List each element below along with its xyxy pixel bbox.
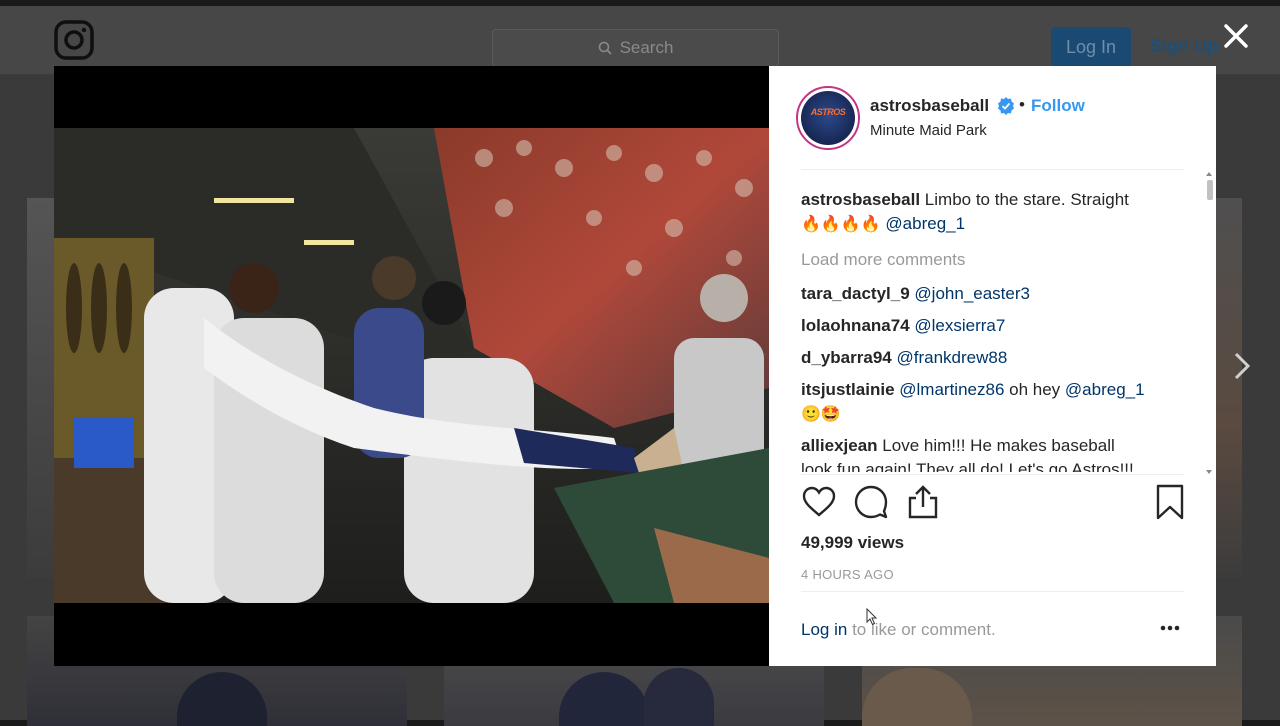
separator-dot: •: [1019, 95, 1025, 114]
comment-row: alliexjean Love him!!! He makes baseball: [801, 436, 1115, 456]
divider: [801, 474, 1184, 475]
comments-list[interactable]: astrosbaseball Limbo to the stare. Strai…: [801, 184, 1176, 472]
search-icon: [598, 41, 612, 55]
divider: [801, 591, 1184, 592]
caption-username[interactable]: astrosbaseball: [801, 190, 920, 209]
comment-mention[interactable]: @lmartinez86: [899, 380, 1004, 399]
comment-mention[interactable]: @frankdrew88: [896, 348, 1007, 367]
action-bar: [801, 484, 1184, 524]
comment-text: Love him!!! He makes baseball: [882, 436, 1115, 455]
comments-scrollbar[interactable]: [1205, 172, 1213, 474]
comment-row: d_ybarra94 @frankdrew88: [801, 348, 1007, 368]
post-timestamp[interactable]: 4 HOURS AGO: [801, 567, 894, 582]
post-username[interactable]: astrosbaseball: [870, 96, 989, 116]
background-header: Search Log In Sign Up: [0, 6, 1280, 75]
comment-username[interactable]: lolaohnana74: [801, 316, 910, 335]
caption-text: Limbo to the stare. Straight: [924, 190, 1129, 209]
heart-icon[interactable]: [801, 484, 837, 520]
close-icon[interactable]: [1222, 22, 1250, 50]
avatar[interactable]: ASTROS: [796, 86, 860, 150]
fire-emojis: 🔥🔥🔥🔥: [801, 216, 881, 233]
comment-row: tara_dactyl_9 @john_easter3: [801, 284, 1030, 304]
follow-button[interactable]: Follow: [1031, 96, 1085, 116]
mouse-cursor-icon: [866, 608, 878, 626]
post-photo: [54, 128, 769, 603]
avatar-logo-text: ASTROS: [810, 107, 846, 117]
post-location[interactable]: Minute Maid Park: [870, 122, 987, 139]
post-details-panel: ASTROS astrosbaseball • Follow Minute Ma…: [769, 66, 1216, 666]
post-media[interactable]: [54, 66, 769, 666]
more-options-icon[interactable]: [1157, 618, 1185, 638]
comment-mention[interactable]: @john_easter3: [914, 284, 1030, 303]
view-count[interactable]: 49,999 views: [801, 533, 904, 553]
search-placeholder: Search: [619, 38, 674, 57]
comment-username[interactable]: d_ybarra94: [801, 348, 892, 367]
comment-emojis: 🙂🤩: [801, 404, 841, 424]
search-input[interactable]: Search: [492, 29, 779, 67]
caption-mention[interactable]: @abreg_1: [885, 214, 965, 233]
login-button[interactable]: Log In: [1051, 27, 1131, 67]
load-more-comments[interactable]: Load more comments: [801, 250, 965, 270]
scrollbar-thumb[interactable]: [1207, 180, 1213, 200]
caption-line-2: 🔥🔥🔥🔥 @abreg_1: [801, 214, 965, 234]
comment-text: oh hey: [1009, 380, 1061, 399]
comment-mention[interactable]: @abreg_1: [1065, 380, 1145, 399]
comment-username[interactable]: alliexjean: [801, 436, 878, 455]
emoji-faces: 🙂🤩: [801, 406, 841, 423]
login-prompt: Log in to like or comment.: [801, 620, 996, 640]
signup-link[interactable]: Sign Up: [1150, 36, 1218, 57]
comment-mention[interactable]: @lexsierra7: [914, 316, 1005, 335]
verified-icon: [998, 97, 1014, 115]
footer-login-link[interactable]: Log in: [801, 620, 847, 639]
grid-tile[interactable]: [27, 198, 57, 578]
comment-username[interactable]: tara_dactyl_9: [801, 284, 910, 303]
caption: astrosbaseball Limbo to the stare. Strai…: [801, 190, 1129, 210]
instagram-logo-icon[interactable]: [54, 20, 94, 60]
comment-icon[interactable]: [853, 484, 889, 520]
comment-row: lolaohnana74 @lexsierra7: [801, 316, 1005, 336]
bookmark-icon[interactable]: [1152, 484, 1188, 520]
divider: [801, 169, 1184, 170]
share-icon[interactable]: [905, 484, 941, 520]
grid-tile[interactable]: [1214, 198, 1242, 578]
comment-text-continued: look fun again! They all do! Let's go As…: [801, 460, 1134, 472]
comment-row: itsjustlainie @lmartinez86 oh hey @abreg…: [801, 380, 1145, 400]
post-header: ASTROS astrosbaseball • Follow Minute Ma…: [769, 66, 1216, 169]
comment-username[interactable]: itsjustlainie: [801, 380, 895, 399]
chevron-right-icon[interactable]: [1230, 350, 1254, 382]
